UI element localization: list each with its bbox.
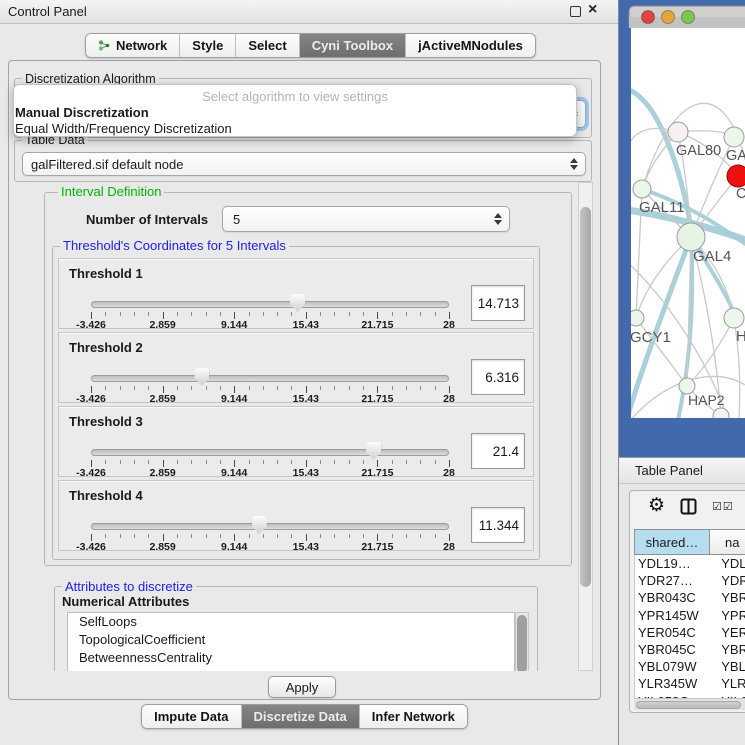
top-tab-bar: NetworkStyleSelectCyni ToolboxjActiveMNo… bbox=[85, 33, 536, 58]
threshold-value-field[interactable]: 6.316 bbox=[471, 359, 525, 395]
panel-title: Control Panel bbox=[8, 4, 87, 19]
threshold-slider-thumb[interactable] bbox=[194, 368, 209, 386]
table-horizontal-scrollbar[interactable] bbox=[634, 698, 745, 710]
apply-button[interactable]: Apply bbox=[268, 676, 336, 698]
table-panel-window: ⚙ ☑☑ shared… na YDL19…YDL19YDR27…YDR27YB… bbox=[629, 490, 745, 713]
tab-infer-network[interactable]: Infer Network bbox=[359, 705, 467, 728]
threshold-value-field[interactable]: 21.4 bbox=[471, 433, 525, 469]
slider-tick-labels: -3.4262.8599.14415.4321.71528 bbox=[91, 467, 449, 479]
svg-text:H: H bbox=[736, 328, 745, 345]
control-panel: Control Panel × NetworkStyleSelectCyni T… bbox=[0, 0, 618, 745]
combo-arrows-icon bbox=[494, 213, 502, 225]
network-view-window[interactable]: GAL80 GA C GAL11 GAL4 GCY1 H HAP2 bbox=[619, 0, 745, 457]
table-row[interactable]: YDR27…YDR27 bbox=[635, 572, 745, 589]
settings-vertical-scrollbar[interactable] bbox=[578, 182, 593, 671]
list-item[interactable]: SelfLoops bbox=[68, 613, 514, 631]
gear-icon[interactable]: ⚙ bbox=[648, 494, 665, 517]
threshold-label: Threshold 3 bbox=[69, 414, 143, 429]
column-header-shared-name[interactable]: shared… bbox=[634, 529, 710, 555]
threshold-slider-track[interactable] bbox=[91, 523, 449, 530]
algorithm-option-equal-width[interactable]: Equal Width/Frequency Discretization bbox=[14, 121, 576, 137]
threshold-slider-track[interactable] bbox=[91, 301, 449, 308]
table-row[interactable]: YBR043CYBR04 bbox=[635, 589, 745, 606]
tab-cyni-toolbox[interactable]: Cyni Toolbox bbox=[299, 34, 405, 57]
tab-jactivemnodules[interactable]: jActiveMNodules bbox=[405, 34, 535, 57]
column-header-name[interactable]: na bbox=[710, 529, 745, 555]
svg-text:GA: GA bbox=[726, 148, 745, 164]
threshold-slider-thumb[interactable] bbox=[290, 294, 305, 312]
interval-definition-title: Interval Definition bbox=[58, 184, 164, 199]
slider-tick-labels: -3.4262.8599.14415.4321.71528 bbox=[91, 393, 449, 405]
combo-arrows-icon bbox=[570, 158, 578, 170]
num-intervals-combobox[interactable]: 5 bbox=[222, 206, 510, 232]
control-panel-titlebar: Control Panel × bbox=[0, 0, 618, 24]
traffic-light-buttons[interactable] bbox=[642, 11, 695, 24]
svg-text:C: C bbox=[736, 186, 745, 202]
algorithm-placeholder: Select algorithm to view settings bbox=[14, 89, 576, 105]
table-row[interactable]: YLR345WYLR34 bbox=[635, 675, 745, 692]
algorithm-option-manual[interactable]: Manual Discretization bbox=[14, 105, 576, 121]
table-panel-titlebar: Table Panel bbox=[619, 457, 745, 484]
close-icon[interactable]: × bbox=[588, 1, 597, 19]
threshold-slider-thumb[interactable] bbox=[366, 442, 381, 460]
scrollbar-thumb[interactable] bbox=[636, 701, 741, 709]
tab-impute-data[interactable]: Impute Data bbox=[142, 705, 240, 728]
list-item[interactable]: BetweennessCentrality bbox=[68, 649, 514, 667]
select-columns-checkbox-icons[interactable]: ☑☑ bbox=[712, 500, 734, 513]
tab-select[interactable]: Select bbox=[235, 34, 298, 57]
threshold-value-field[interactable]: 14.713 bbox=[471, 285, 525, 321]
num-intervals-value: 5 bbox=[233, 212, 240, 227]
thresholds-group-title: Threshold's Coordinates for 5 Intervals bbox=[60, 238, 289, 253]
tab-style[interactable]: Style bbox=[179, 34, 235, 57]
list-item[interactable]: TopologicalCoefficient bbox=[68, 631, 514, 649]
threshold-panel: Threshold 2 -3.4262.8599.14415.4321.7152… bbox=[58, 332, 534, 403]
node-table: shared… na YDL19…YDL19YDR27…YDR27YBR043C… bbox=[634, 529, 745, 698]
table-header-row: shared… na bbox=[634, 529, 745, 555]
slider-tick-labels: -3.4262.8599.14415.4321.71528 bbox=[91, 541, 449, 553]
bottom-tab-bar: Impute DataDiscretize DataInfer Network bbox=[141, 704, 468, 729]
num-intervals-label: Number of Intervals bbox=[86, 212, 208, 227]
numerical-attributes-label: Numerical Attributes bbox=[62, 594, 189, 609]
slider-tick-labels: -3.4262.8599.14415.4321.71528 bbox=[91, 319, 449, 331]
screenshot-root: Control Panel × NetworkStyleSelectCyni T… bbox=[0, 0, 745, 745]
table-row[interactable]: YER054CYER05 bbox=[635, 624, 745, 641]
threshold-panel: Threshold 3 -3.4262.8599.14415.4321.7152… bbox=[58, 406, 534, 477]
threshold-slider-track[interactable] bbox=[91, 375, 449, 382]
float-panel-icon[interactable] bbox=[570, 6, 581, 17]
attributes-list-scrollbar[interactable] bbox=[515, 612, 529, 671]
numerical-attributes-list[interactable]: SelfLoopsTopologicalCoefficientBetweenne… bbox=[67, 612, 515, 671]
table-row[interactable]: YDL19…YDL19 bbox=[635, 555, 745, 572]
svg-text:GAL11: GAL11 bbox=[639, 199, 685, 216]
svg-text:GCY1: GCY1 bbox=[630, 329, 671, 346]
algorithm-dropdown-popup: Select algorithm to view settings Manual… bbox=[13, 84, 577, 137]
table-data-combobox[interactable]: galFiltered.sif default node bbox=[22, 152, 586, 176]
tab-network[interactable]: Network bbox=[86, 34, 179, 57]
table-row[interactable]: YBR045CYBR04 bbox=[635, 641, 745, 658]
svg-text:HAP2: HAP2 bbox=[688, 392, 725, 408]
table-rows: YDL19…YDL19YDR27…YDR27YBR043CYBR04YPR145… bbox=[634, 555, 745, 698]
bottom-tab-row: Impute DataDiscretize DataInfer Network bbox=[8, 704, 601, 729]
table-data-combo-value: galFiltered.sif default node bbox=[31, 157, 183, 172]
threshold-value-field[interactable]: 11.344 bbox=[471, 507, 525, 543]
right-column: GAL80 GA C GAL11 GAL4 GCY1 H HAP2 Table Panel ⚙… bbox=[618, 0, 745, 745]
threshold-slider-track[interactable] bbox=[91, 449, 449, 456]
svg-text:GAL4: GAL4 bbox=[693, 248, 731, 265]
threshold-slider-thumb[interactable] bbox=[252, 516, 267, 534]
tab-discretize-data[interactable]: Discretize Data bbox=[241, 705, 359, 728]
settings-scroll-area: Interval Definition Number of Intervals … bbox=[42, 182, 578, 671]
threshold-label: Threshold 1 bbox=[69, 266, 143, 281]
svg-text:GAL80: GAL80 bbox=[676, 143, 721, 159]
network-icon bbox=[98, 39, 111, 52]
attributes-group-title: Attributes to discretize bbox=[62, 579, 196, 594]
table-panel-title: Table Panel bbox=[635, 463, 703, 478]
table-row[interactable]: YBL079WYBL07 bbox=[635, 658, 745, 675]
threshold-panel: Threshold 4 -3.4262.8599.14415.4321.7152… bbox=[58, 480, 534, 551]
table-row[interactable]: YPR145WYPR14 bbox=[635, 607, 745, 624]
threshold-label: Threshold 4 bbox=[69, 488, 143, 503]
threshold-label: Threshold 2 bbox=[69, 340, 143, 355]
threshold-panel: Threshold 1 -3.4262.8599.14415.4321.7152… bbox=[58, 258, 534, 329]
split-columns-icon[interactable] bbox=[680, 498, 697, 515]
